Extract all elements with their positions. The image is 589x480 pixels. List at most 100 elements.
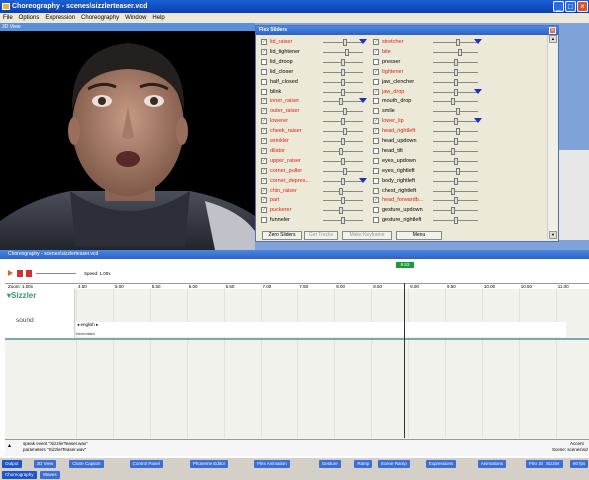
flex-slider-thumb[interactable] — [454, 217, 458, 225]
flex-slider-thumb[interactable] — [345, 48, 349, 56]
flex-checkbox[interactable] — [373, 147, 379, 154]
flex-slider-thumb[interactable] — [454, 197, 458, 205]
flex-checkbox[interactable]: ✓ — [261, 197, 267, 204]
flex-keyframe-marker-icon[interactable] — [474, 118, 482, 124]
flex-slider-thumb[interactable] — [454, 88, 458, 96]
tab-animations[interactable]: Animations — [477, 460, 507, 468]
flex-checkbox[interactable] — [261, 68, 267, 75]
maximize-icon[interactable]: □ — [565, 1, 576, 12]
flex-checkbox[interactable]: ✓ — [373, 88, 379, 95]
flex-slider-thumb[interactable] — [341, 138, 345, 145]
flex-slider-thumb[interactable] — [339, 187, 343, 195]
flex-slider-thumb[interactable] — [456, 108, 460, 116]
scroll-down-icon[interactable]: ▼ — [549, 231, 557, 239]
flex-checkbox[interactable] — [373, 177, 379, 184]
scroll-up-icon[interactable]: ▲ — [549, 35, 557, 43]
flex-slider-thumb[interactable] — [456, 39, 460, 46]
flex-slider-thumb[interactable] — [341, 118, 345, 126]
flex-checkbox[interactable] — [373, 78, 379, 85]
flex-slider-thumb[interactable] — [454, 138, 458, 145]
stop-icon[interactable] — [26, 270, 32, 277]
flex-slider-thumb[interactable] — [451, 187, 455, 195]
flex-checkbox[interactable] — [373, 108, 379, 115]
flex-slider-track[interactable] — [323, 210, 363, 212]
tab-close-caption[interactable]: Close Caption — [69, 460, 104, 468]
flex-slider-thumb[interactable] — [343, 128, 347, 136]
flex-slider-thumb[interactable] — [454, 157, 458, 165]
tab-choreography[interactable]: Choreography — [2, 471, 37, 479]
flex-checkbox[interactable] — [373, 157, 379, 164]
flex-checkbox[interactable]: ✓ — [261, 39, 267, 45]
flex-checkbox[interactable]: ✓ — [373, 39, 379, 45]
tab-3d-view[interactable]: 3D View — [33, 460, 57, 468]
flex-slider-thumb[interactable] — [341, 68, 345, 76]
flex-slider-track[interactable] — [323, 51, 363, 53]
flex-slider-thumb[interactable] — [454, 68, 458, 76]
flex-keyframe-marker-icon[interactable] — [359, 98, 367, 104]
menu-file[interactable]: File — [3, 15, 13, 21]
flex-slider-track[interactable] — [433, 150, 478, 152]
flex-checkbox[interactable] — [373, 58, 379, 65]
flex-checkbox[interactable]: ✓ — [261, 98, 267, 105]
actor-name[interactable]: ▾Sizzler — [7, 291, 36, 300]
flex-checkbox[interactable]: ✓ — [373, 128, 379, 135]
flex-checkbox[interactable]: ✓ — [261, 167, 267, 174]
flex-slider-track[interactable] — [323, 190, 363, 192]
flex-close-icon[interactable]: × — [549, 27, 556, 34]
flex-checkbox[interactable]: ✓ — [261, 177, 267, 184]
tab-flex-animation[interactable]: Flex Animation — [254, 460, 290, 468]
flex-slider-track[interactable] — [433, 190, 478, 192]
tab-ramp[interactable]: Ramp — [354, 460, 373, 468]
flex-checkbox[interactable] — [373, 207, 379, 214]
flex-checkbox[interactable] — [373, 98, 379, 105]
view3d-viewport[interactable] — [0, 31, 255, 250]
flex-slider-thumb[interactable] — [341, 157, 345, 165]
flex-checkbox[interactable]: ✓ — [373, 48, 379, 55]
flex-checkbox[interactable]: ✓ — [261, 108, 267, 115]
tab-gesture[interactable]: Gesture — [318, 460, 341, 468]
flex-slider-thumb[interactable] — [456, 167, 460, 175]
flex-slider-track[interactable] — [433, 51, 478, 53]
flex-slider-thumb[interactable] — [456, 128, 460, 136]
menu-help[interactable]: Help — [152, 15, 164, 21]
flex-checkbox[interactable] — [261, 88, 267, 95]
tab-expressions[interactable]: Expressions — [425, 460, 457, 468]
flex-checkbox[interactable]: ✓ — [261, 187, 267, 194]
flex-checkbox[interactable]: ✓ — [373, 197, 379, 204]
tab-phoneme-editor[interactable]: Phoneme Editor — [189, 460, 229, 468]
flex-checkbox[interactable] — [373, 138, 379, 144]
speed-slider[interactable] — [36, 273, 76, 274]
flex-slider-thumb[interactable] — [451, 147, 455, 155]
flex-slider-thumb[interactable] — [451, 98, 455, 106]
flex-checkbox[interactable]: ✓ — [261, 147, 267, 154]
status-expand-icon[interactable]: ▴ — [8, 442, 11, 449]
flex-checkbox[interactable]: ✓ — [261, 118, 267, 125]
flex-slider-thumb[interactable] — [343, 108, 347, 116]
flex-checkbox[interactable] — [373, 187, 379, 194]
flex-slider-thumb[interactable] — [339, 98, 343, 106]
zero-sliders-button[interactable]: Zero Sliders — [262, 231, 302, 240]
flex-checkbox[interactable] — [261, 217, 267, 224]
flex-scrollbar[interactable]: ▲ ▼ — [547, 35, 557, 239]
flex-checkbox[interactable]: ✓ — [261, 48, 267, 55]
flex-slider-track[interactable] — [323, 101, 363, 103]
flex-slider-thumb[interactable] — [341, 197, 345, 205]
flex-slider-thumb[interactable] — [454, 118, 458, 126]
flex-slider-thumb[interactable] — [343, 167, 347, 175]
tab-actor[interactable]: Sizzler — [543, 460, 563, 468]
flex-slider-thumb[interactable] — [341, 88, 345, 96]
flex-slider-thumb[interactable] — [454, 78, 458, 86]
menu-button[interactable]: Menu — [396, 231, 442, 240]
flex-keyframe-marker-icon[interactable] — [474, 88, 482, 94]
flex-slider-thumb[interactable] — [341, 58, 345, 66]
menu-expression[interactable]: Expression — [45, 15, 75, 21]
tab-control-panel[interactable]: Control Panel — [129, 460, 163, 468]
flex-slider-track[interactable] — [433, 101, 478, 103]
playhead-marker[interactable]: 8.63 — [396, 262, 414, 268]
tab-scene-ramp[interactable]: Scene Ramp — [377, 460, 410, 468]
menu-window[interactable]: Window — [125, 15, 146, 21]
flex-checkbox[interactable]: ✓ — [373, 68, 379, 75]
tab-output[interactable]: Output — [2, 460, 22, 468]
flex-checkbox[interactable]: ✓ — [261, 138, 267, 144]
sound-event[interactable]: ◂ english ▸ — [77, 322, 98, 328]
